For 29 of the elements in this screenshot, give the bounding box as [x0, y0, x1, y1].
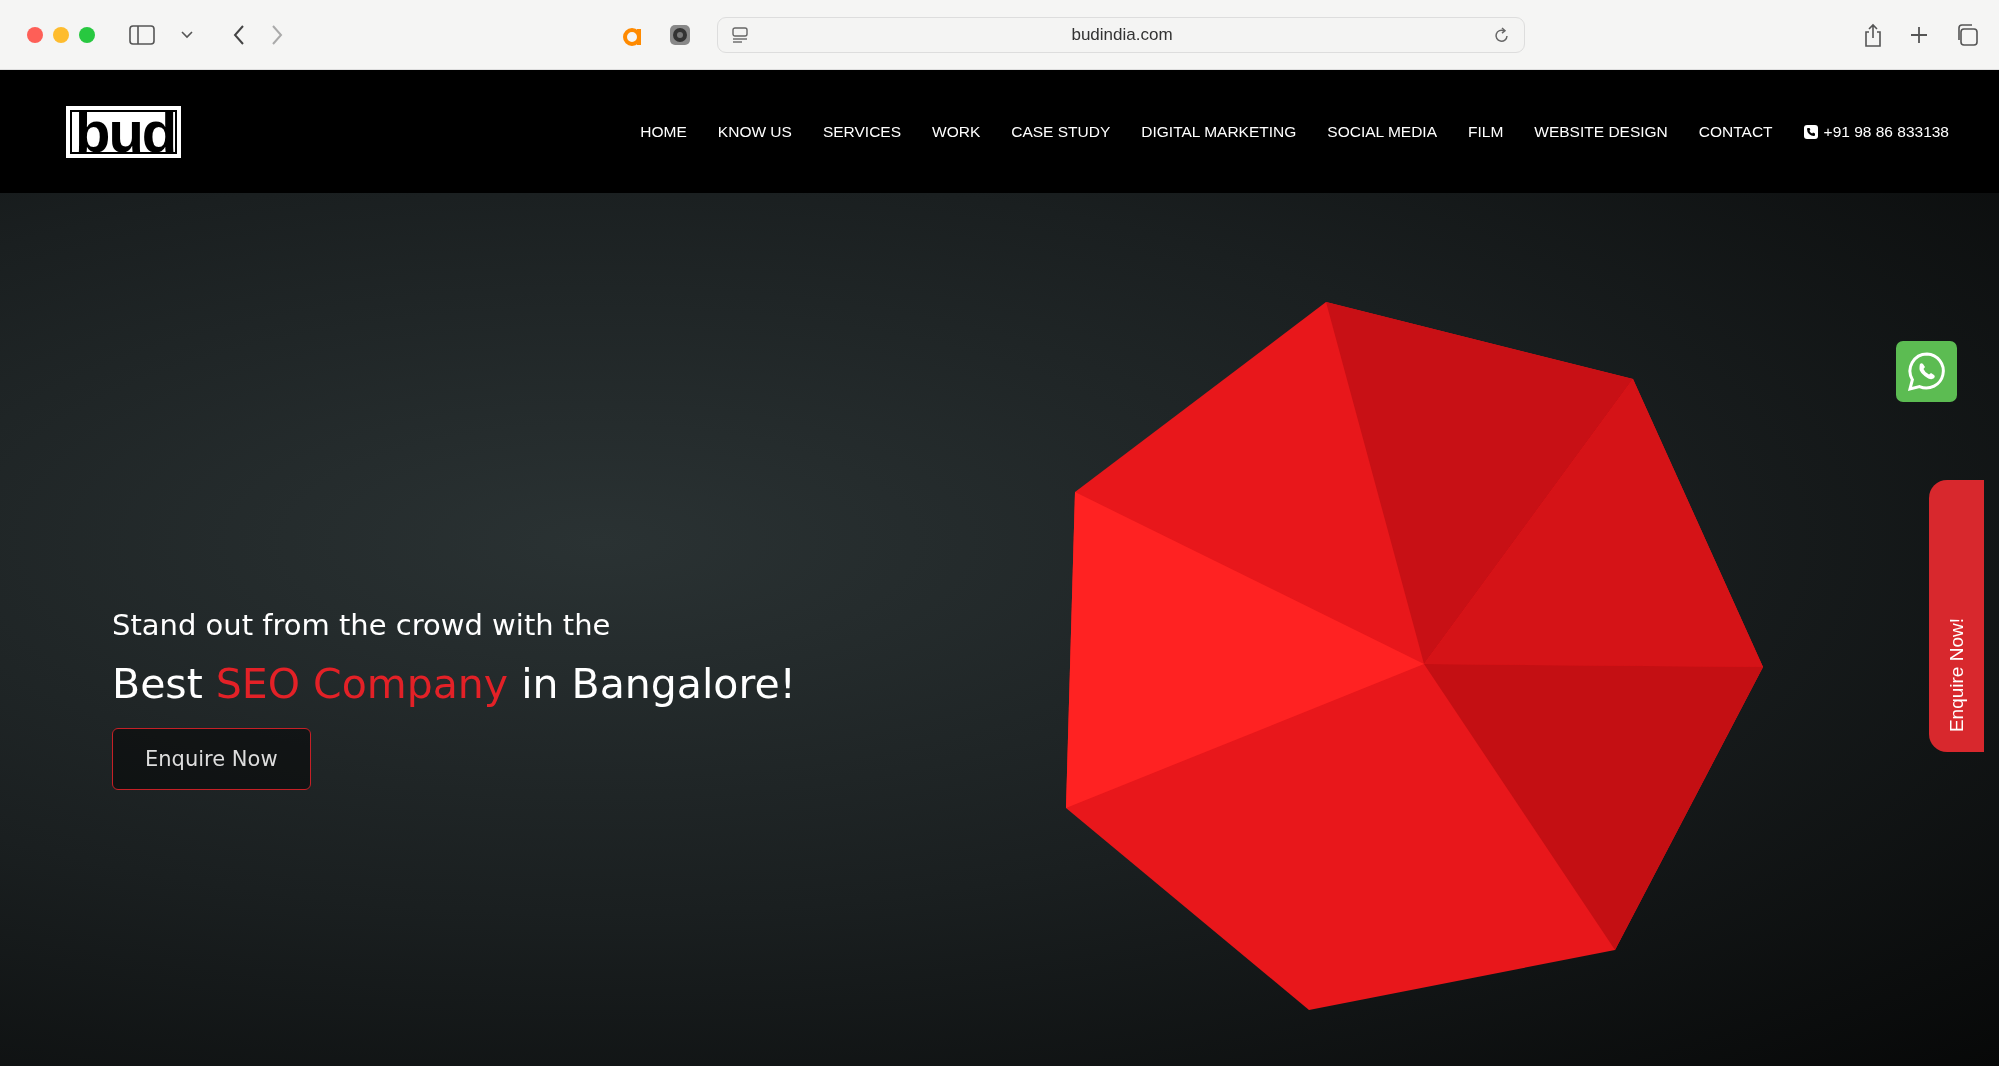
nav-link[interactable]: WEBSITE DESIGN	[1534, 122, 1668, 141]
hero-tagline: Stand out from the crowd with the	[112, 608, 611, 642]
enquire-button[interactable]: Enquire Now	[112, 728, 311, 790]
hero-headline: Best SEO Company in Bangalore!	[112, 660, 797, 708]
sidebar-icon[interactable]	[129, 24, 155, 45]
logo[interactable]: bud	[66, 105, 182, 158]
nav-link[interactable]: CONTACT	[1698, 122, 1773, 141]
nav-link[interactable]: CASE STUDY	[1011, 122, 1111, 141]
camera-lens-icon[interactable]	[669, 23, 691, 46]
reader-icon[interactable]	[732, 26, 750, 43]
tabs-overview-icon[interactable]	[1955, 22, 1979, 47]
enquire-side-tab[interactable]: Enquire Now!	[1929, 480, 1984, 752]
phone-icon	[1803, 124, 1818, 139]
nav-link[interactable]: FILM	[1468, 122, 1504, 141]
chevron-down-icon[interactable]	[181, 30, 193, 39]
url-text: budindia.com	[1070, 24, 1174, 45]
address-bar[interactable]: budindia.com	[717, 16, 1525, 53]
phone-link[interactable]: +91 98 86 833138	[1803, 122, 1949, 141]
new-tab-icon[interactable]	[1909, 24, 1929, 45]
share-icon[interactable]	[1863, 22, 1883, 47]
close-window-icon[interactable]	[27, 26, 43, 43]
nav-link[interactable]: SOCIAL MEDIA	[1327, 122, 1437, 141]
reload-icon[interactable]	[1494, 25, 1510, 44]
nav-link[interactable]: SERVICES	[822, 122, 901, 141]
nav-link[interactable]: DIGITAL MARKETING	[1141, 122, 1297, 141]
nav-link[interactable]: WORK	[932, 122, 981, 141]
nav-link[interactable]: KNOW US	[717, 122, 792, 141]
nav-link[interactable]: HOME	[640, 122, 687, 141]
back-icon[interactable]	[233, 24, 245, 45]
